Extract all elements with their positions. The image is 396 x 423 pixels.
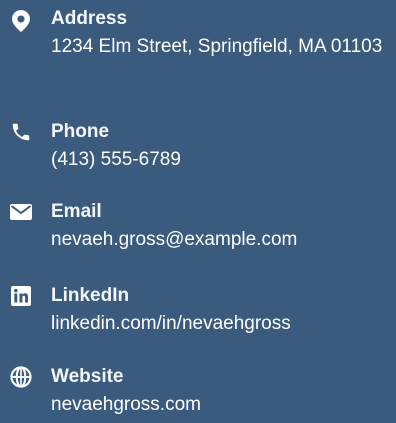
envelope-icon — [8, 200, 34, 224]
phone-label: Phone — [51, 121, 110, 142]
linkedin-label: LinkedIn — [51, 285, 130, 306]
email-value[interactable]: nevaeh.gross@example.com — [51, 225, 391, 254]
contact-item-website: Website nevaehgross.com — [0, 365, 396, 423]
address-label: Address — [51, 8, 128, 29]
globe-icon — [8, 365, 34, 389]
contact-item-phone: Phone (413) 555-6789 — [0, 120, 396, 180]
phone-icon — [8, 120, 34, 144]
contact-item-address: Address 1234 Elm Street, Springfield, MA… — [0, 7, 396, 102]
website-label: Website — [51, 366, 124, 387]
address-value: 1234 Elm Street, Springfield, MA 01103 — [51, 36, 383, 57]
contact-list: Address 1234 Elm Street, Springfield, MA… — [0, 0, 396, 423]
linkedin-icon — [8, 284, 34, 308]
website-value[interactable]: nevaehgross.com — [51, 390, 391, 419]
linkedin-value[interactable]: linkedin.com/in/nevaehgross — [51, 309, 391, 338]
contact-item-linkedin: LinkedIn linkedin.com/in/nevaehgross — [0, 284, 396, 344]
phone-value[interactable]: (413) 555-6789 — [51, 145, 391, 174]
contact-item-email: Email nevaeh.gross@example.com — [0, 200, 396, 260]
map-marker-icon — [8, 9, 34, 33]
email-label: Email — [51, 201, 102, 222]
